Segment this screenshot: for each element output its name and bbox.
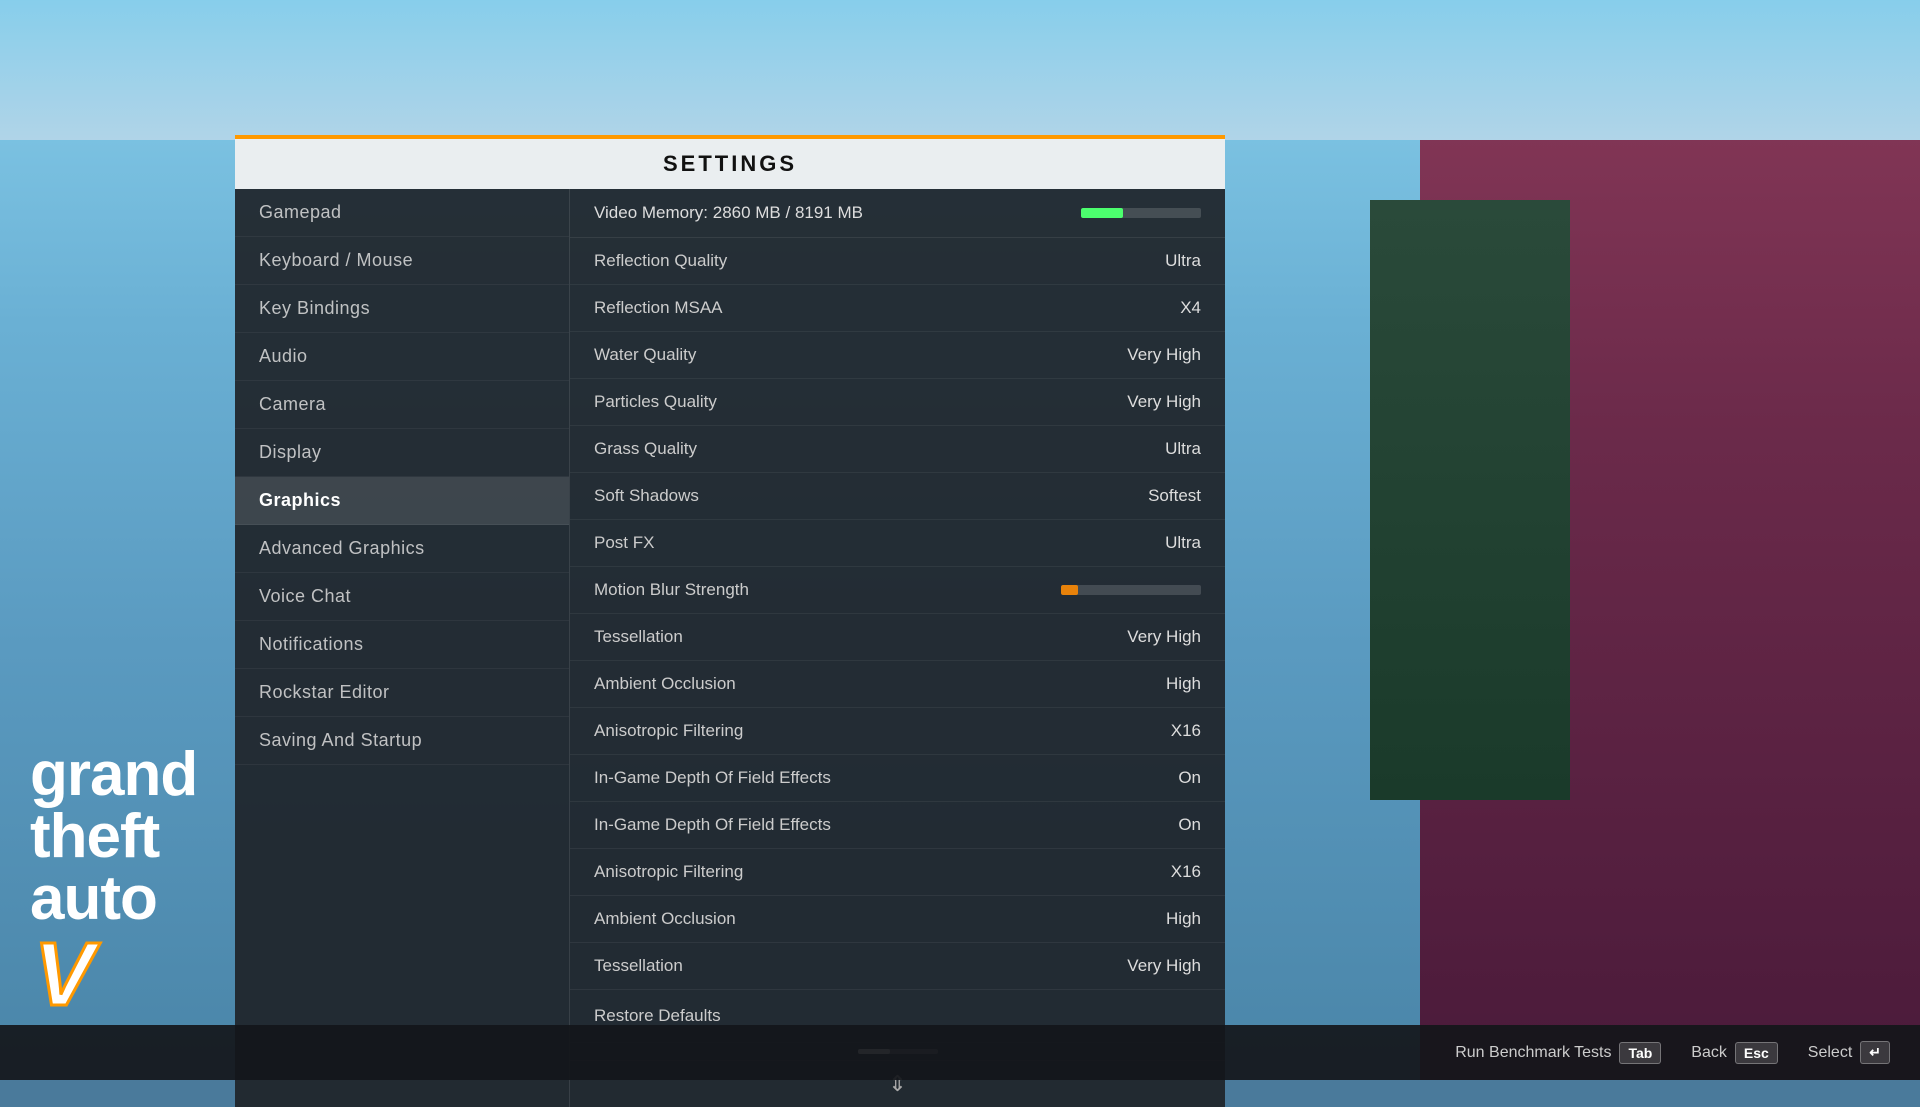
bottom-hint-back: Back Esc: [1691, 1042, 1778, 1064]
setting-name: In-Game Depth Of Field Effects: [594, 815, 831, 835]
bottom-bar: Run Benchmark Tests Tab Back Esc Select ↵: [0, 1025, 1920, 1080]
logo-theft: theft: [30, 806, 197, 868]
nav-item-voice-chat[interactable]: Voice Chat: [235, 573, 569, 621]
setting-value: Ultra: [1165, 533, 1201, 553]
setting-name: Reflection Quality: [594, 251, 727, 271]
setting-row-anisotropic-filtering[interactable]: Anisotropic Filtering X16: [570, 708, 1225, 755]
setting-value: Very High: [1127, 627, 1201, 647]
logo-auto: auto: [30, 868, 197, 930]
setting-value: Ultra: [1165, 251, 1201, 271]
setting-name: Particles Quality: [594, 392, 717, 412]
nav-item-display[interactable]: Display: [235, 429, 569, 477]
setting-value: On: [1178, 768, 1201, 788]
memory-bar-bg: [1081, 208, 1201, 218]
setting-row-anisotropic-filtering[interactable]: Anisotropic Filtering X16: [570, 849, 1225, 896]
settings-modal: SETTINGS GamepadKeyboard / MouseKey Bind…: [235, 135, 1225, 1107]
setting-name: Anisotropic Filtering: [594, 862, 743, 882]
containers-mid: [1370, 200, 1570, 800]
setting-name: Grass Quality: [594, 439, 697, 459]
setting-value: X16: [1171, 721, 1201, 741]
setting-value: Very High: [1127, 956, 1201, 976]
setting-value: Softest: [1148, 486, 1201, 506]
nav-item-saving-startup[interactable]: Saving And Startup: [235, 717, 569, 765]
key-badge-back: Esc: [1735, 1042, 1778, 1064]
logo-grand: grand: [30, 744, 197, 806]
settings-rows: Reflection Quality UltraReflection MSAA …: [570, 238, 1225, 567]
setting-row-water-quality[interactable]: Water Quality Very High: [570, 332, 1225, 379]
setting-name: Ambient Occlusion: [594, 909, 736, 929]
nav-item-rockstar-editor[interactable]: Rockstar Editor: [235, 669, 569, 717]
memory-bar-wrap: [1081, 208, 1201, 218]
nav-item-camera[interactable]: Camera: [235, 381, 569, 429]
setting-value: High: [1166, 674, 1201, 694]
motion-blur-row[interactable]: Motion Blur Strength: [570, 567, 1225, 614]
hint-label-benchmark: Run Benchmark Tests: [1455, 1044, 1611, 1062]
gta-logo: grand theft auto V: [30, 744, 197, 1020]
setting-value: On: [1178, 815, 1201, 835]
setting-row-reflection-quality[interactable]: Reflection Quality Ultra: [570, 238, 1225, 285]
nav-item-graphics[interactable]: Graphics: [235, 477, 569, 525]
setting-row-in-game-depth-of-field-effects[interactable]: In-Game Depth Of Field Effects On: [570, 802, 1225, 849]
setting-value: X4: [1180, 298, 1201, 318]
logo-v: V: [34, 930, 94, 1020]
memory-label: Video Memory: 2860 MB / 8191 MB: [594, 203, 863, 223]
restore-defaults-button[interactable]: Restore Defaults: [594, 1006, 721, 1025]
settings-title-bar: SETTINGS: [235, 135, 1225, 189]
motion-blur-bar: [1061, 585, 1201, 595]
nav-item-keyboard-mouse[interactable]: Keyboard / Mouse: [235, 237, 569, 285]
settings-title: SETTINGS: [663, 151, 797, 176]
setting-row-post-fx[interactable]: Post FX Ultra: [570, 520, 1225, 567]
setting-name: Water Quality: [594, 345, 696, 365]
settings-body: GamepadKeyboard / MouseKey BindingsAudio…: [235, 189, 1225, 1107]
memory-bar-fill: [1081, 208, 1123, 218]
setting-row-tessellation[interactable]: Tessellation Very High: [570, 614, 1225, 661]
setting-row-grass-quality[interactable]: Grass Quality Ultra: [570, 426, 1225, 473]
setting-value: Very High: [1127, 345, 1201, 365]
setting-value: Ultra: [1165, 439, 1201, 459]
nav-item-notifications[interactable]: Notifications: [235, 621, 569, 669]
bottom-hint-select: Select ↵: [1808, 1041, 1890, 1064]
setting-row-particles-quality[interactable]: Particles Quality Very High: [570, 379, 1225, 426]
sky-background: [0, 0, 1920, 140]
setting-name: Soft Shadows: [594, 486, 699, 506]
key-badge-select: ↵: [1860, 1041, 1890, 1064]
setting-row-ambient-occlusion[interactable]: Ambient Occlusion High: [570, 661, 1225, 708]
setting-value: High: [1166, 909, 1201, 929]
settings-nav: GamepadKeyboard / MouseKey BindingsAudio…: [235, 189, 570, 1107]
setting-value: X16: [1171, 862, 1201, 882]
memory-row: Video Memory: 2860 MB / 8191 MB: [570, 189, 1225, 238]
setting-row-ambient-occlusion[interactable]: Ambient Occlusion High: [570, 896, 1225, 943]
setting-name: Ambient Occlusion: [594, 674, 736, 694]
setting-name: Tessellation: [594, 956, 683, 976]
nav-item-advanced-graphics[interactable]: Advanced Graphics: [235, 525, 569, 573]
setting-name: Post FX: [594, 533, 654, 553]
hint-label-select: Select: [1808, 1044, 1852, 1062]
setting-name: Reflection MSAA: [594, 298, 723, 318]
setting-row-reflection-msaa[interactable]: Reflection MSAA X4: [570, 285, 1225, 332]
setting-value: Very High: [1127, 392, 1201, 412]
hint-label-back: Back: [1691, 1044, 1727, 1062]
nav-item-audio[interactable]: Audio: [235, 333, 569, 381]
nav-item-key-bindings[interactable]: Key Bindings: [235, 285, 569, 333]
key-badge-benchmark: Tab: [1619, 1042, 1661, 1064]
setting-row-soft-shadows[interactable]: Soft Shadows Softest: [570, 473, 1225, 520]
nav-item-gamepad[interactable]: Gamepad: [235, 189, 569, 237]
setting-row-tessellation[interactable]: Tessellation Very High: [570, 943, 1225, 990]
setting-name: Tessellation: [594, 627, 683, 647]
setting-name: Anisotropic Filtering: [594, 721, 743, 741]
motion-blur-fill: [1061, 585, 1078, 595]
setting-row-in-game-depth-of-field-effects[interactable]: In-Game Depth Of Field Effects On: [570, 755, 1225, 802]
settings-content: Video Memory: 2860 MB / 8191 MB Reflecti…: [570, 189, 1225, 1107]
motion-blur-label: Motion Blur Strength: [594, 580, 749, 600]
bottom-hint-benchmark: Run Benchmark Tests Tab: [1455, 1042, 1661, 1064]
setting-name: In-Game Depth Of Field Effects: [594, 768, 831, 788]
